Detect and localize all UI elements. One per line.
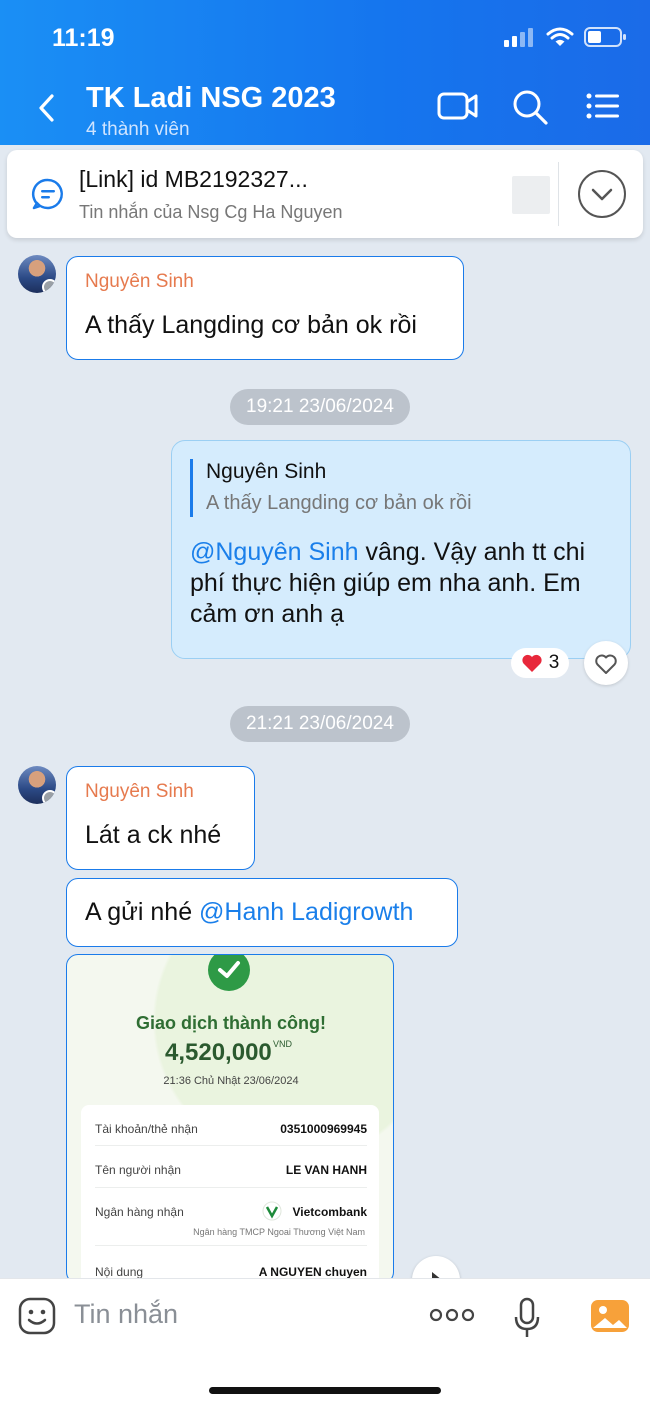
pinned-title: [Link] id MB2192327...	[79, 166, 308, 192]
message-pin-icon	[31, 178, 63, 210]
message-text: Lát a ck nhé	[85, 821, 222, 849]
admin-badge-icon	[42, 279, 56, 293]
status-icons	[504, 26, 628, 48]
message-bubble[interactable]: Nguyên Sinh Lát a ck nhé	[66, 766, 255, 870]
transaction-status: Giao dịch thành công!	[136, 1013, 326, 1033]
payment-receipt-image[interactable]: Giao dịch thành công! 4,520,000 VND 21:3…	[66, 954, 394, 1284]
video-call-icon[interactable]	[437, 88, 479, 124]
bank-full-name: Ngân hàng TMCP Ngoai Thương Việt Nam	[193, 1227, 365, 1237]
reaction-count: 3	[548, 652, 560, 673]
sender-name[interactable]: Nguyên Sinh	[85, 781, 194, 803]
row-value: A NGUYEN chuyen	[258, 1265, 367, 1279]
message-bubble[interactable]: A gửi nhé @Hanh Ladigrowth	[66, 878, 458, 947]
status-time: 11:19	[52, 24, 115, 52]
heart-outline-icon	[595, 654, 617, 674]
wifi-icon	[546, 27, 574, 46]
message-bubble[interactable]: Nguyên Sinh A thấy Langding cơ bản ok rồ…	[66, 256, 464, 360]
timestamp-chip: 19:21 23/06/2024	[230, 389, 410, 425]
search-icon[interactable]	[511, 88, 549, 126]
image-gallery-icon[interactable]	[590, 1297, 630, 1335]
admin-badge-icon	[42, 790, 56, 804]
message-text: A gửi nhé @Hanh Ladigrowth	[85, 898, 413, 927]
outgoing-reply-bubble[interactable]: Nguyên Sinh A thấy Langding cơ bản ok rồ…	[171, 440, 631, 659]
pinned-subtitle: Tin nhắn của Nsg Cg Ha Nguyen	[79, 202, 343, 222]
row-label: Tên người nhận	[95, 1163, 181, 1177]
react-button[interactable]	[584, 641, 628, 685]
receipt-row: Ngân hàng nhận Vietcombank	[95, 1205, 367, 1219]
mention-link[interactable]: @Hanh Ladigrowth	[199, 898, 413, 926]
divider	[95, 1145, 367, 1146]
chevron-down-icon	[591, 188, 613, 201]
row-value: 0351000969945	[280, 1122, 367, 1136]
receipt-row: Nội dung A NGUYEN chuyen	[95, 1265, 367, 1279]
divider	[558, 162, 559, 226]
heart-reaction-icon	[522, 654, 542, 672]
message-input-bar: Tin nhắn	[0, 1278, 650, 1407]
chat-header: 11:19 TK Ladi NSG 2023 4 thành viên	[0, 0, 650, 145]
divider	[95, 1187, 367, 1188]
row-label: Nội dung	[95, 1265, 144, 1279]
reaction-summary[interactable]: 3	[511, 648, 569, 678]
row-value: LE VAN HANH	[285, 1163, 367, 1177]
back-icon[interactable]	[34, 90, 60, 126]
divider	[95, 1245, 367, 1246]
sticker-icon[interactable]	[18, 1297, 56, 1335]
message-plain: A gửi nhé	[85, 898, 200, 926]
avatar[interactable]	[18, 255, 56, 293]
row-label: Ngân hàng nhận	[95, 1205, 184, 1219]
mention-link[interactable]: @Nguyên Sinh	[190, 538, 359, 566]
chat-title[interactable]: TK Ladi NSG 2023	[86, 82, 336, 115]
microphone-icon[interactable]	[513, 1297, 541, 1339]
row-label: Tài khoản/thẻ nhận	[95, 1122, 198, 1136]
success-check-icon	[208, 955, 250, 991]
vietcombank-logo-icon	[262, 1201, 282, 1221]
home-indicator	[209, 1387, 441, 1394]
pinned-message[interactable]: [Link] id MB2192327... Tin nhắn của Nsg …	[7, 150, 643, 238]
message-text: @Nguyên Sinh vâng. Vậy anh tt chi phí th…	[190, 537, 620, 630]
battery-icon	[584, 27, 626, 47]
menu-list-icon[interactable]	[585, 88, 621, 124]
pinned-thumbnail	[512, 176, 550, 214]
receipt-row: Tài khoản/thẻ nhận 0351000969945	[95, 1122, 367, 1136]
row-value: Vietcombank	[292, 1205, 367, 1219]
signal-icon	[504, 28, 533, 47]
timestamp-chip: 21:21 23/06/2024	[230, 706, 410, 742]
quote-bar	[190, 459, 193, 517]
member-count[interactable]: 4 thành viên	[86, 119, 190, 141]
quoted-text: A thấy Langding cơ bản ok rồi	[206, 492, 472, 514]
message-input[interactable]: Tin nhắn	[74, 1299, 178, 1330]
receipt-row: Tên người nhận LE VAN HANH	[95, 1163, 367, 1177]
currency: VND	[273, 1039, 293, 1049]
quoted-sender: Nguyên Sinh	[206, 460, 327, 483]
sender-name[interactable]: Nguyên Sinh	[85, 271, 194, 293]
receipt-details: Tài khoản/thẻ nhận 0351000969945 Tên ngườ…	[81, 1105, 379, 1283]
transaction-datetime: 21:36 Chủ Nhật 23/06/2024	[163, 1075, 299, 1087]
expand-pinned-button[interactable]	[578, 170, 626, 218]
avatar[interactable]	[18, 766, 56, 804]
more-options-icon[interactable]	[429, 1307, 475, 1323]
transaction-amount: 4,520,000	[165, 1039, 272, 1066]
message-text: A thấy Langding cơ bản ok rồi	[85, 311, 417, 339]
